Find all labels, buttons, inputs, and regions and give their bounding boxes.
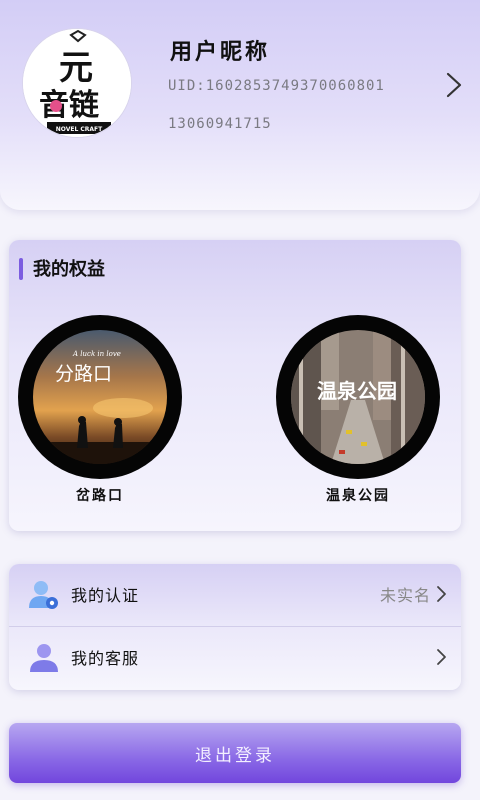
menu-item-verification[interactable]: 我的认证 未实名 [9, 564, 461, 626]
benefit-label-hot-spring-park: 温泉公园 [326, 488, 390, 504]
svg-text:元: 元 [59, 48, 93, 88]
verification-status: 未实名 [379, 586, 431, 605]
section-accent-bar [19, 258, 23, 280]
verify-user-icon [29, 581, 58, 609]
svg-text:音链: 音链 [39, 88, 99, 123]
logout-button[interactable]: 退出登录 [9, 723, 461, 783]
user-id: UID:1602853749370060801 [168, 78, 385, 94]
menu-label-verification: 我的认证 [71, 586, 140, 605]
app-logo-icon: 元 音链 NOVEL CRAFT [23, 29, 131, 137]
service-user-icon [30, 644, 58, 672]
benefit-item-hot-spring-park[interactable]: 温泉公园 [276, 315, 440, 479]
cover-image-crossroads: 分路口 A luck in love [33, 330, 167, 464]
benefit-item-crossroads[interactable]: 分路口 A luck in love [18, 315, 182, 479]
svg-text:NOVEL CRAFT: NOVEL CRAFT [56, 126, 103, 133]
phone-number: 13060941715 [168, 116, 272, 132]
nickname: 用户昵称 [170, 39, 271, 65]
chevron-right-icon [437, 586, 446, 602]
svg-text:温泉公园: 温泉公园 [317, 379, 397, 403]
svg-text:分路口: 分路口 [55, 363, 112, 385]
profile-header[interactable]: 元 音链 NOVEL CRAFT 用户昵称 UID:16028537493700… [0, 0, 480, 210]
chevron-right-icon [437, 649, 446, 665]
cover-image-hot-spring-park: 温泉公园 [291, 330, 425, 464]
avatar[interactable]: 元 音链 NOVEL CRAFT [22, 28, 132, 138]
chevron-right-icon[interactable] [440, 70, 468, 100]
menu-item-customer-service[interactable]: 我的客服 [9, 627, 461, 689]
benefit-label-crossroads: 岔路口 [76, 488, 124, 504]
menu-label-customer-service: 我的客服 [71, 649, 140, 668]
svg-text:A luck in love: A luck in love [72, 350, 121, 358]
benefits-title: 我的权益 [33, 259, 105, 280]
benefits-card: 我的权益 分路口 A luck in love 岔路口 温泉公园 温泉公园 [9, 240, 461, 531]
menu-card: 我的认证 未实名 我的客服 [9, 564, 461, 690]
